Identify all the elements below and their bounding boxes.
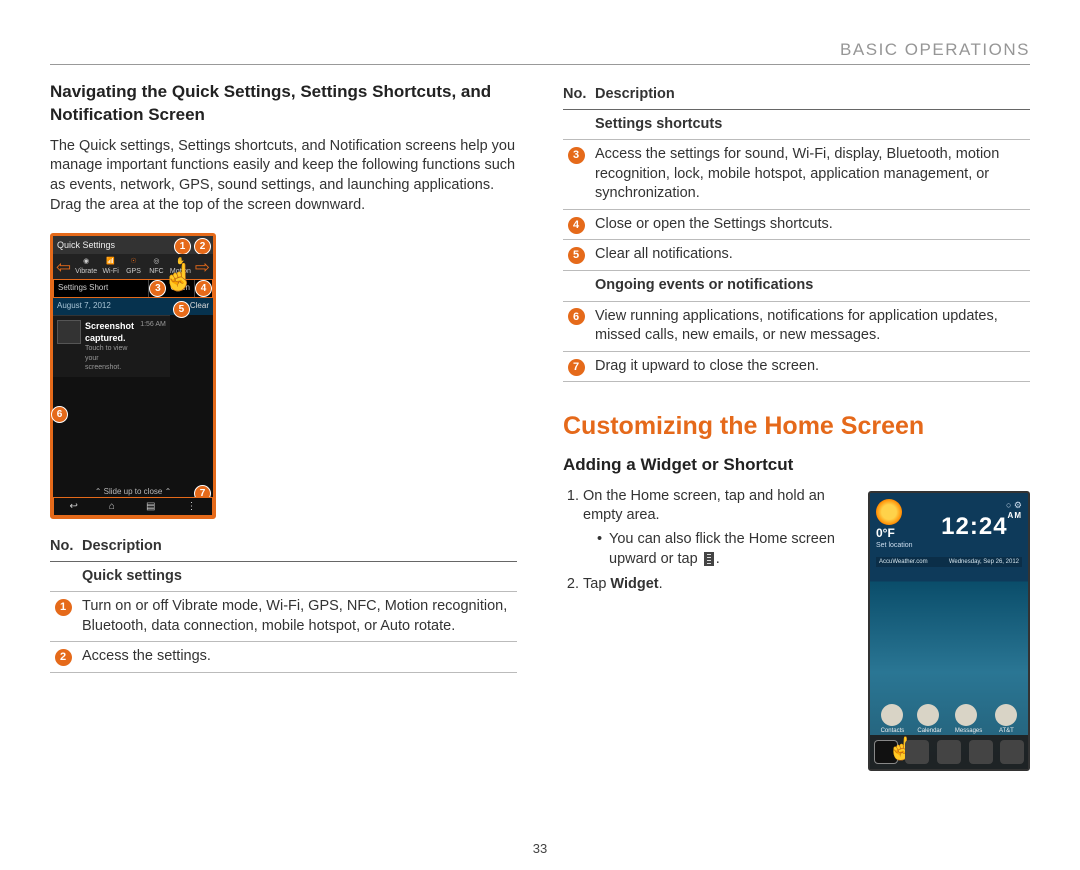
adding-widget-heading: Adding a Widget or Shortcut bbox=[563, 454, 1030, 477]
page-number: 33 bbox=[0, 841, 1080, 856]
panel-themes bbox=[937, 740, 961, 764]
badge-7: 7 bbox=[568, 359, 585, 376]
page-header: BASIC OPERATIONS bbox=[50, 40, 1030, 60]
panel-widgets: ☝ bbox=[874, 740, 898, 764]
left-column: Navigating the Quick Settings, Settings … bbox=[50, 81, 517, 771]
th-no-r: No. bbox=[563, 81, 595, 109]
right-table: No. Description Settings shortcuts 3 Acc… bbox=[563, 81, 1030, 382]
callout-6: 6 bbox=[51, 406, 68, 423]
sun-icon bbox=[876, 499, 902, 525]
left-table: No. Description Quick settings 1 Turn on… bbox=[50, 533, 517, 673]
hand-icon: ☝ bbox=[163, 260, 195, 295]
subhead-quick-settings: Quick settings bbox=[82, 568, 182, 584]
th-desc-r: Description bbox=[595, 81, 1030, 109]
panel-tips bbox=[969, 740, 993, 764]
dock-row: Contacts Calendar Messages AT&T bbox=[874, 704, 1024, 735]
badge-4: 4 bbox=[568, 217, 585, 234]
badge-6: 6 bbox=[568, 308, 585, 325]
home-icon: ⌂ bbox=[109, 500, 115, 514]
qs-wifi: 📶Wi-Fi bbox=[101, 257, 120, 276]
menu-icon: ⋮ bbox=[186, 500, 196, 514]
step-1-bullet: You can also flick the Home screen upwar… bbox=[599, 530, 1030, 569]
row-7-desc: Drag it upward to close the screen. bbox=[595, 351, 1030, 382]
arrow-left-icon: ⇦ bbox=[56, 258, 71, 276]
badge-3: 3 bbox=[568, 147, 585, 164]
messages-icon bbox=[955, 704, 977, 726]
calendar-icon bbox=[917, 704, 939, 726]
date-row: August 7, 2012 Clear 5 bbox=[53, 298, 213, 315]
subhead-ongoing: Ongoing events or notifications bbox=[595, 277, 813, 293]
subhead-settings-shortcuts: Settings shortcuts bbox=[595, 116, 722, 132]
customize-panel: ☝ bbox=[870, 735, 1028, 769]
row-3-desc: Access the settings for sound, Wi-Fi, di… bbox=[595, 140, 1030, 210]
section-title: Customizing the Home Screen bbox=[563, 410, 1030, 444]
callout-1: 1 bbox=[174, 238, 191, 255]
menu-inline-icon bbox=[704, 552, 714, 566]
notification-item: Screenshot captured. Touch to view your … bbox=[53, 315, 170, 377]
panel-apps bbox=[905, 740, 929, 764]
row-4-desc: Close or open the Settings shortcuts. bbox=[595, 209, 1030, 240]
callout-5: 5 bbox=[173, 301, 190, 318]
th-no: No. bbox=[50, 533, 82, 561]
screenshot-thumb-icon bbox=[57, 320, 81, 344]
callout-2: 2 bbox=[194, 238, 211, 255]
nav-bar: ↩ ⌂ ▤ ⋮ bbox=[53, 497, 213, 517]
quick-settings-screenshot: Quick Settings 1 2 ⇦ ◉Vibrate 📶Wi-Fi ☉GP… bbox=[50, 233, 216, 519]
att-icon bbox=[995, 704, 1017, 726]
left-heading: Navigating the Quick Settings, Settings … bbox=[50, 81, 517, 127]
callout-4: 4 bbox=[195, 280, 212, 297]
row-2-desc: Access the settings. bbox=[82, 642, 517, 673]
qs-row: ⇦ ◉Vibrate 📶Wi-Fi ☉GPS ◎NFC ✋Motion ⇨ ☝ bbox=[53, 254, 213, 279]
row-5-desc: Clear all notifications. bbox=[595, 240, 1030, 271]
badge-2: 2 bbox=[55, 649, 72, 666]
left-intro: The Quick settings, Settings shortcuts, … bbox=[50, 137, 517, 215]
qs-vibrate: ◉Vibrate bbox=[75, 257, 97, 276]
panel-settings bbox=[1000, 740, 1024, 764]
qs-gps: ☉GPS bbox=[124, 257, 143, 276]
row-1-desc: Turn on or off Vibrate mode, Wi-Fi, GPS,… bbox=[82, 592, 517, 642]
back-icon: ↩ bbox=[70, 500, 78, 514]
recent-icon: ▤ bbox=[146, 500, 155, 514]
th-desc: Description bbox=[82, 533, 517, 561]
row-6-desc: View running applications, notifications… bbox=[595, 301, 1030, 351]
arrow-right-icon: ⇨ bbox=[195, 258, 210, 276]
badge-5: 5 bbox=[568, 247, 585, 264]
contacts-icon bbox=[881, 704, 903, 726]
right-column: No. Description Settings shortcuts 3 Acc… bbox=[563, 81, 1030, 771]
badge-1: 1 bbox=[55, 599, 72, 616]
